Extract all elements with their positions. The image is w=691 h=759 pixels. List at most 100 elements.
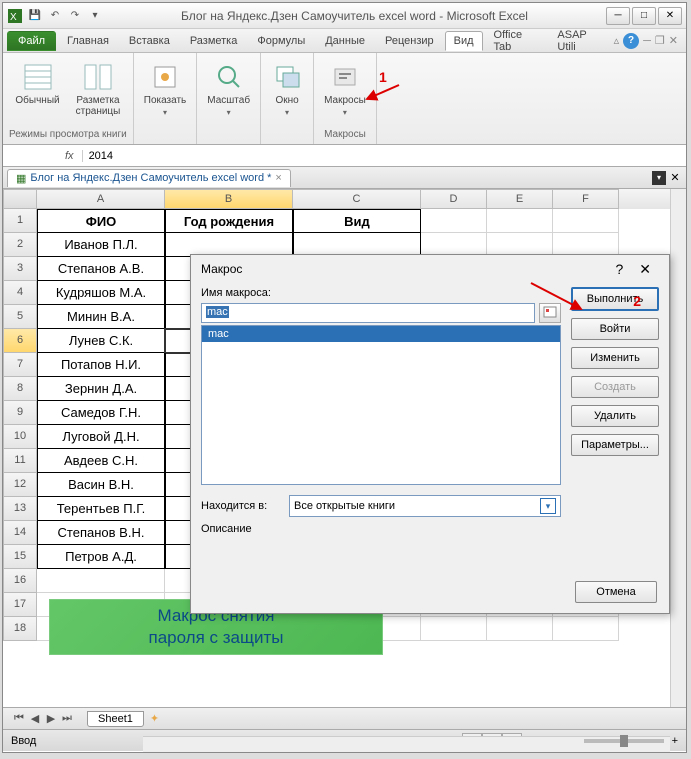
cell[interactable]: ФИО: [37, 209, 165, 233]
cell[interactable]: Вид: [293, 209, 421, 233]
inner-restore-icon[interactable]: ❐: [655, 34, 665, 47]
tab-file[interactable]: Файл: [7, 31, 56, 51]
zoom-slider[interactable]: [584, 739, 664, 743]
show-button[interactable]: Показать ▾: [140, 59, 191, 119]
tab-insert[interactable]: Вставка: [120, 31, 179, 51]
cell[interactable]: Зернин Д.А.: [37, 377, 165, 401]
help-icon[interactable]: ?: [623, 33, 639, 49]
doc-tabs-dropdown-icon[interactable]: ▾: [652, 171, 666, 185]
row-header[interactable]: 17: [3, 593, 37, 617]
maximize-button[interactable]: □: [632, 7, 656, 25]
doc-tab[interactable]: ▦ Блог на Яндекс.Дзен Самоучитель excel …: [7, 169, 291, 187]
col-header-D[interactable]: D: [421, 189, 487, 209]
create-button[interactable]: Создать: [571, 376, 659, 398]
col-header-B[interactable]: B: [165, 189, 293, 209]
macro-name-input[interactable]: mac: [201, 303, 535, 323]
tab-formulas[interactable]: Формулы: [248, 31, 314, 51]
select-all-corner[interactable]: [3, 189, 37, 209]
sheet-nav-prev-icon[interactable]: ◀: [27, 712, 43, 725]
cell[interactable]: [421, 209, 487, 233]
cell[interactable]: Иванов П.Л.: [37, 233, 165, 257]
cell[interactable]: [553, 209, 619, 233]
zoom-in-icon[interactable]: +: [672, 735, 678, 747]
tab-view[interactable]: Вид: [445, 31, 483, 51]
close-button[interactable]: ✕: [658, 7, 682, 25]
cell[interactable]: Самедов Г.Н.: [37, 401, 165, 425]
sheet-nav-last-icon[interactable]: ⏭: [59, 712, 75, 725]
redo-icon[interactable]: ↷: [67, 8, 83, 24]
row-header[interactable]: 8: [3, 377, 37, 401]
zoom-button[interactable]: Масштаб ▾: [203, 59, 254, 119]
row-header[interactable]: 15: [3, 545, 37, 569]
row-header[interactable]: 11: [3, 449, 37, 473]
cell[interactable]: Потапов Н.И.: [37, 353, 165, 377]
inner-close-icon[interactable]: ✕: [669, 34, 678, 47]
window-button[interactable]: Окно ▾: [267, 59, 307, 119]
minimize-button[interactable]: ─: [606, 7, 630, 25]
row-header[interactable]: 9: [3, 401, 37, 425]
col-header-A[interactable]: A: [37, 189, 165, 209]
page-layout-button[interactable]: Разметка страницы: [72, 59, 125, 119]
tab-layout[interactable]: Разметка: [181, 31, 247, 51]
row-header[interactable]: 7: [3, 353, 37, 377]
doc-tabs-close-icon[interactable]: ✕: [668, 171, 682, 185]
tab-home[interactable]: Главная: [58, 31, 118, 51]
row-header[interactable]: 4: [3, 281, 37, 305]
row-header[interactable]: 5: [3, 305, 37, 329]
cell[interactable]: Минин В.А.: [37, 305, 165, 329]
dialog-help-icon[interactable]: ?: [607, 261, 631, 277]
cancel-button[interactable]: Отмена: [575, 581, 657, 603]
row-header[interactable]: 18: [3, 617, 37, 641]
qat-more-icon[interactable]: ▾: [87, 8, 103, 24]
cell[interactable]: [421, 617, 487, 641]
cell[interactable]: Год рождения: [165, 209, 293, 233]
row-header[interactable]: 3: [3, 257, 37, 281]
cell[interactable]: Лунев С.К.: [37, 329, 165, 353]
row-header[interactable]: 10: [3, 425, 37, 449]
edit-button[interactable]: Изменить: [571, 347, 659, 369]
macro-ref-button[interactable]: [539, 303, 561, 323]
cell[interactable]: [487, 617, 553, 641]
tab-asap[interactable]: ASAP Utili: [548, 25, 611, 57]
macros-button[interactable]: Макросы ▾: [320, 59, 370, 119]
cell[interactable]: [487, 209, 553, 233]
col-header-E[interactable]: E: [487, 189, 553, 209]
cell[interactable]: Авдеев С.Н.: [37, 449, 165, 473]
row-header[interactable]: 6: [3, 329, 37, 353]
ribbon-minimize-icon[interactable]: ▵: [614, 34, 620, 47]
macro-list[interactable]: mac: [201, 325, 561, 485]
col-header-F[interactable]: F: [553, 189, 619, 209]
tab-review[interactable]: Рецензир: [376, 31, 443, 51]
delete-button[interactable]: Удалить: [571, 405, 659, 427]
options-button[interactable]: Параметры...: [571, 434, 659, 456]
cell[interactable]: Васин В.Н.: [37, 473, 165, 497]
sheet-tab[interactable]: Sheet1: [87, 711, 144, 727]
cell[interactable]: Луговой Д.Н.: [37, 425, 165, 449]
fx-button[interactable]: fx: [57, 150, 83, 162]
cell[interactable]: Кудряшов М.А.: [37, 281, 165, 305]
undo-icon[interactable]: ↶: [47, 8, 63, 24]
sheet-nav-first-icon[interactable]: ⏮: [11, 712, 27, 725]
cell[interactable]: [553, 617, 619, 641]
normal-view-button[interactable]: Обычный: [11, 59, 63, 108]
step-button[interactable]: Войти: [571, 318, 659, 340]
cell[interactable]: Петров А.Д.: [37, 545, 165, 569]
dialog-close-icon[interactable]: ✕: [631, 261, 659, 278]
cell[interactable]: Терентьев П.Г.: [37, 497, 165, 521]
save-icon[interactable]: 💾: [27, 8, 43, 24]
formula-input[interactable]: [83, 150, 686, 162]
sheet-nav-next-icon[interactable]: ▶: [43, 712, 59, 725]
run-button[interactable]: Выполнить: [571, 287, 659, 311]
row-header[interactable]: 14: [3, 521, 37, 545]
doc-tab-close-icon[interactable]: ×: [275, 172, 281, 184]
col-header-C[interactable]: C: [293, 189, 421, 209]
row-header[interactable]: 12: [3, 473, 37, 497]
new-sheet-icon[interactable]: ✦: [150, 712, 159, 725]
row-header[interactable]: 1: [3, 209, 37, 233]
row-header[interactable]: 16: [3, 569, 37, 593]
macro-list-item[interactable]: mac: [202, 326, 560, 342]
cell[interactable]: Степанов А.В.: [37, 257, 165, 281]
tab-officetab[interactable]: Office Tab: [485, 25, 547, 57]
cell[interactable]: [37, 569, 165, 593]
vertical-scrollbar[interactable]: [670, 189, 686, 707]
